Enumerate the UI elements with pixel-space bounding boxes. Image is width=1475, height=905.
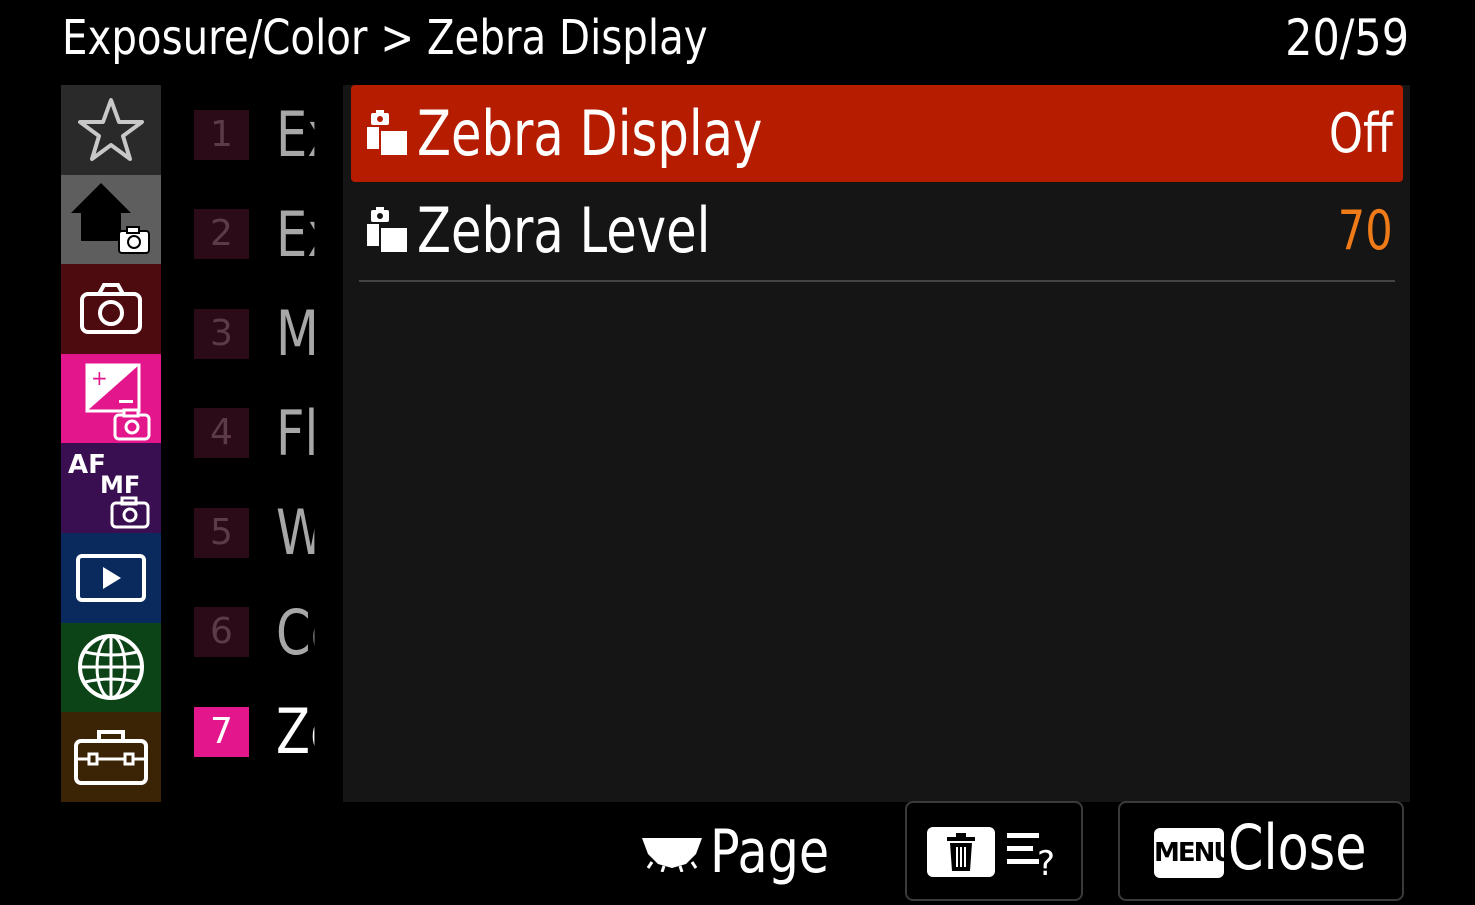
still-movie-icon <box>367 110 407 155</box>
page-label: M <box>276 297 314 370</box>
page-item-3[interactable]: 3 M <box>180 284 330 384</box>
close-button[interactable]: MENU Close <box>1118 801 1404 901</box>
control-wheel-icon <box>642 838 702 872</box>
page-number: 6 <box>194 607 249 658</box>
page-item-6[interactable]: 6 Co <box>180 583 330 683</box>
svg-text:+: + <box>91 366 108 390</box>
menu-key-badge: MENU <box>1154 828 1235 878</box>
category-my-menu[interactable] <box>61 85 161 175</box>
page-number: 2 <box>194 209 249 260</box>
page-label: W <box>276 496 314 569</box>
still-movie-icon <box>367 207 407 252</box>
page-item-5[interactable]: 5 W <box>180 483 330 583</box>
page-indicator: 20/59 <box>1285 9 1409 67</box>
page-item-1[interactable]: 1 Ex <box>180 85 330 185</box>
page-number: 1 <box>194 109 249 160</box>
home-camera-icon <box>71 183 150 255</box>
category-focus[interactable]: AF MF <box>61 443 161 533</box>
close-label: Close <box>1228 811 1367 884</box>
setting-label: Zebra Level <box>417 194 711 267</box>
page-number: 5 <box>194 507 249 558</box>
breadcrumb: Exposure/Color > Zebra Display <box>62 10 708 66</box>
page-label: Co <box>276 595 314 669</box>
setting-value: Off <box>1329 102 1393 165</box>
star-icon <box>78 97 144 161</box>
page-label: Ex <box>276 98 314 172</box>
page-number: 4 <box>194 408 249 459</box>
svg-text:MF: MF <box>100 471 140 499</box>
setting-row-zebra-level[interactable]: Zebra Level 70 <box>351 182 1403 279</box>
exposure-camera-icon: + <box>85 363 151 441</box>
category-playback[interactable] <box>61 532 161 623</box>
page-number: 7 <box>194 706 249 757</box>
page-item-2[interactable]: 2 Ex <box>180 185 330 285</box>
play-icon <box>76 553 146 602</box>
category-exposure-color[interactable]: + <box>61 353 161 444</box>
page-list: 1 Ex 2 Ex 3 M 4 Fl 5 W 6 Co 7 Ze <box>180 85 330 802</box>
category-main[interactable] <box>61 174 161 265</box>
setting-label: Zebra Display <box>417 97 763 170</box>
category-shooting[interactable] <box>61 264 161 354</box>
page-item-4[interactable]: 4 Fl <box>180 384 330 484</box>
category-network[interactable] <box>61 622 161 713</box>
page-label: Fl <box>276 396 315 470</box>
setting-value: 70 <box>1338 199 1393 262</box>
camera-icon <box>80 282 142 334</box>
toolbox-icon <box>74 729 148 785</box>
help-list-icon: ? <box>1007 833 1055 879</box>
setting-row-zebra-display[interactable]: Zebra Display Off <box>351 85 1403 182</box>
page-hint[interactable]: Page <box>640 812 855 892</box>
category-sidebar: + AF MF <box>61 85 161 802</box>
trash-icon <box>927 827 995 877</box>
page-label: Ze <box>276 695 314 769</box>
svg-text:?: ? <box>1037 844 1055 879</box>
globe-icon <box>78 634 144 701</box>
delete-help-button[interactable]: ? <box>905 801 1083 901</box>
category-setup[interactable] <box>61 712 161 802</box>
page-number: 3 <box>194 308 249 359</box>
settings-list: Zebra Display Off Zebra Level 70 <box>343 85 1410 802</box>
page-item-7[interactable]: 7 Ze <box>180 682 330 782</box>
page-label: Page <box>710 817 830 887</box>
af-mf-camera-icon: AF MF <box>68 450 150 529</box>
row-divider <box>359 280 1395 282</box>
page-label: Ex <box>276 197 314 271</box>
